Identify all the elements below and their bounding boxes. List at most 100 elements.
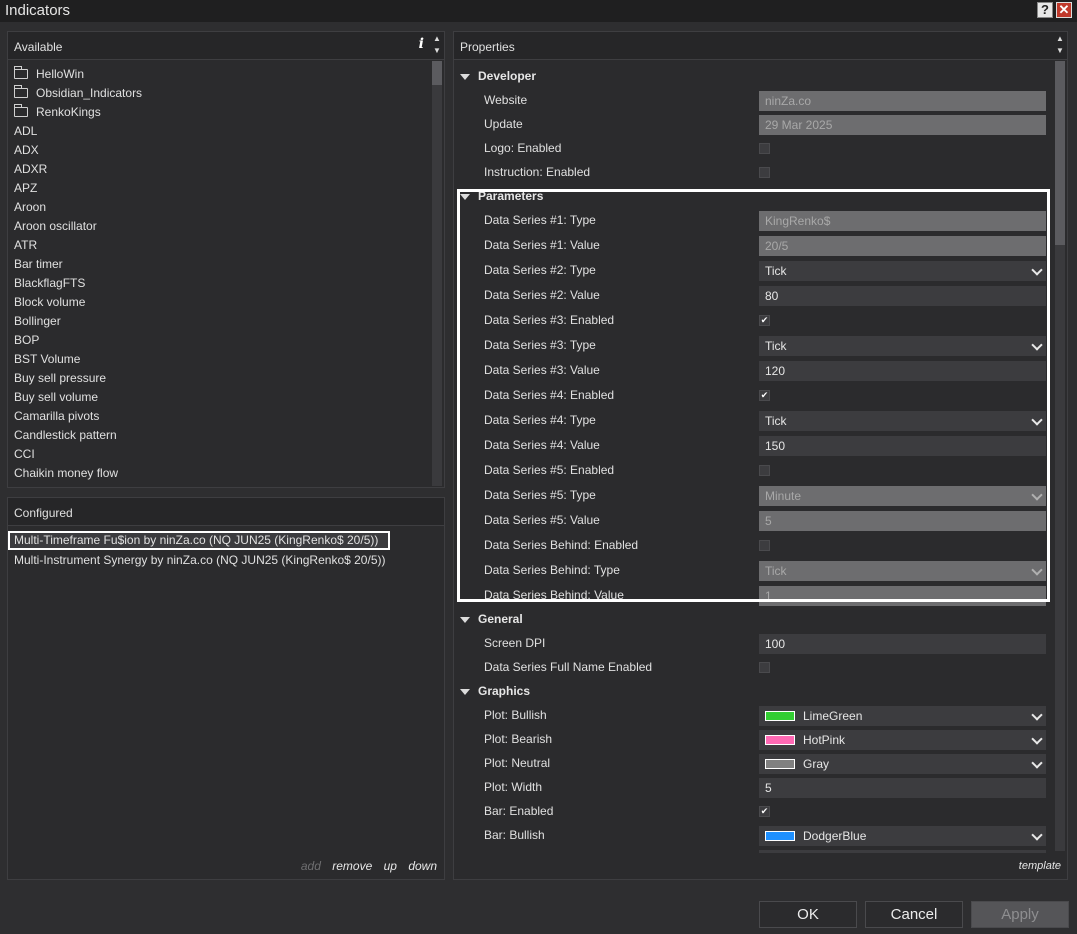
property-checkbox[interactable]: ✔ — [759, 315, 770, 326]
property-checkbox[interactable]: ✔ — [759, 806, 770, 817]
color-dropdown[interactable]: DeepPink — [759, 850, 1046, 853]
cancel-button[interactable]: Cancel — [865, 901, 963, 928]
collapse-arrow-icon[interactable] — [460, 194, 470, 200]
list-item[interactable]: ATR — [8, 236, 428, 255]
configured-item[interactable]: Multi-Timeframe Fu$ion by ninZa.co (NQ J… — [8, 531, 390, 550]
properties-scrollbar-thumb[interactable] — [1055, 61, 1065, 245]
list-item[interactable]: Candlestick pattern — [8, 426, 428, 445]
property-label: Data Series #1: Type — [484, 213, 596, 227]
list-item[interactable]: Buy sell volume — [8, 388, 428, 407]
list-item[interactable]: Buy sell pressure — [8, 369, 428, 388]
collapse-arrow-icon[interactable] — [460, 689, 470, 695]
scroll-up-arrow-icon[interactable]: ▲ — [1055, 34, 1065, 44]
property-input[interactable]: 100 — [759, 634, 1046, 654]
configured-item[interactable]: Multi-Instrument Synergy by ninZa.co (NQ… — [8, 551, 434, 570]
list-item-label: Aroon oscillator — [14, 219, 97, 233]
scroll-down-arrow-icon[interactable]: ▼ — [1055, 46, 1065, 56]
property-row: Update 29 Mar 2025 — [454, 113, 1051, 137]
list-item[interactable]: ADXR — [8, 160, 428, 179]
apply-button[interactable]: Apply — [971, 901, 1069, 928]
list-item[interactable]: BOP — [8, 331, 428, 350]
property-value: LimeGreen — [803, 709, 863, 723]
add-link[interactable]: add — [301, 859, 321, 873]
property-checkbox[interactable] — [759, 465, 770, 476]
property-checkbox[interactable] — [759, 540, 770, 551]
info-icon[interactable]: i — [419, 36, 424, 52]
property-dropdown[interactable]: Tick — [759, 336, 1046, 356]
properties-panel: Properties ▲ ▼ Developer Website ninZa.co U… — [453, 31, 1068, 880]
configured-panel: Configured Multi-Timeframe Fu$ion by nin… — [7, 497, 445, 880]
property-dropdown[interactable]: Tick — [759, 261, 1046, 281]
property-value: 5 — [765, 514, 772, 528]
list-item[interactable]: Block volume — [8, 293, 428, 312]
list-item[interactable]: Bollinger — [8, 312, 428, 331]
property-row: Data Series #5: Value 5 — [454, 509, 1051, 533]
collapse-arrow-icon[interactable] — [460, 617, 470, 623]
folder-item[interactable]: Obsidian_Indicators — [8, 84, 428, 103]
property-label: Data Series #5: Type — [484, 488, 596, 502]
list-item[interactable]: BlackflagFTS — [8, 274, 428, 293]
list-item[interactable]: APZ — [8, 179, 428, 198]
property-checkbox[interactable] — [759, 662, 770, 673]
color-dropdown[interactable]: LimeGreen — [759, 706, 1046, 726]
property-label: Data Series #3: Enabled — [484, 313, 615, 327]
property-row: Data Series #3: Value 120 — [454, 359, 1051, 383]
property-dropdown[interactable]: Tick — [759, 411, 1046, 431]
property-row: Data Series #4: Enabled ✔ — [454, 384, 1051, 408]
configured-title: Configured — [14, 506, 73, 520]
property-value: 100 — [765, 637, 786, 651]
collapse-arrow-icon[interactable] — [460, 74, 470, 80]
ok-button[interactable]: OK — [759, 901, 857, 928]
list-item[interactable]: CCI — [8, 445, 428, 464]
up-link[interactable]: up — [384, 859, 397, 873]
property-row: Data Series #3: Enabled ✔ — [454, 309, 1051, 333]
remove-link[interactable]: remove — [332, 859, 372, 873]
down-link[interactable]: down — [408, 859, 437, 873]
list-item-label: Block volume — [14, 295, 86, 309]
property-input[interactable]: 150 — [759, 436, 1046, 456]
list-item[interactable]: Bar timer — [8, 255, 428, 274]
folder-item[interactable]: HelloWin — [8, 65, 428, 84]
property-label: Data Series #4: Value — [484, 438, 600, 452]
property-label: Plot: Bullish — [484, 708, 547, 722]
available-panel: Available i ▲ ▼ HelloWin Obsidian_Indicat… — [7, 31, 445, 488]
property-label: Logo: Enabled — [484, 141, 562, 155]
scroll-up-arrow-icon[interactable]: ▲ — [432, 34, 442, 44]
available-scrollbar-thumb[interactable] — [432, 61, 442, 85]
property-label: Data Series #5: Enabled — [484, 463, 615, 477]
available-scrollbar[interactable] — [432, 61, 442, 486]
help-button[interactable]: ? — [1037, 2, 1053, 18]
property-input[interactable]: 120 — [759, 361, 1046, 381]
list-item[interactable]: BST Volume — [8, 350, 428, 369]
list-item[interactable]: Camarilla pivots — [8, 407, 428, 426]
chevron-down-icon — [1031, 414, 1043, 426]
property-input[interactable]: 5 — [759, 778, 1046, 798]
color-dropdown[interactable]: HotPink — [759, 730, 1046, 750]
property-checkbox[interactable]: ✔ — [759, 390, 770, 401]
template-link[interactable]: template — [1019, 860, 1061, 872]
list-item[interactable]: ADL — [8, 122, 428, 141]
list-item-label: BST Volume — [14, 352, 81, 366]
properties-scrollbar[interactable] — [1055, 61, 1065, 851]
property-row: Plot: Width 5 — [454, 776, 1051, 800]
property-input: 5 — [759, 511, 1046, 531]
list-item[interactable]: Aroon — [8, 198, 428, 217]
property-row: Data Series Behind: Enabled — [454, 534, 1051, 558]
property-input[interactable]: 80 — [759, 286, 1046, 306]
property-checkbox[interactable] — [759, 167, 770, 178]
property-row: Data Series Behind: Type Tick — [454, 559, 1051, 583]
color-dropdown[interactable]: Gray — [759, 754, 1046, 774]
list-item[interactable]: Chaikin money flow — [8, 464, 428, 483]
scroll-down-arrow-icon[interactable]: ▼ — [432, 46, 442, 56]
property-value: DodgerBlue — [803, 829, 867, 843]
folder-icon — [14, 66, 28, 79]
list-item[interactable]: Aroon oscillator — [8, 217, 428, 236]
property-checkbox[interactable] — [759, 143, 770, 154]
folder-item[interactable]: RenkoKings — [8, 103, 428, 122]
list-item[interactable]: ADX — [8, 141, 428, 160]
property-value: Minute — [765, 489, 802, 503]
property-row: Plot: Bullish LimeGreen — [454, 704, 1051, 728]
color-dropdown[interactable]: DodgerBlue — [759, 826, 1046, 846]
properties-title: Properties — [460, 40, 515, 54]
close-button[interactable]: ✕ — [1056, 2, 1072, 18]
